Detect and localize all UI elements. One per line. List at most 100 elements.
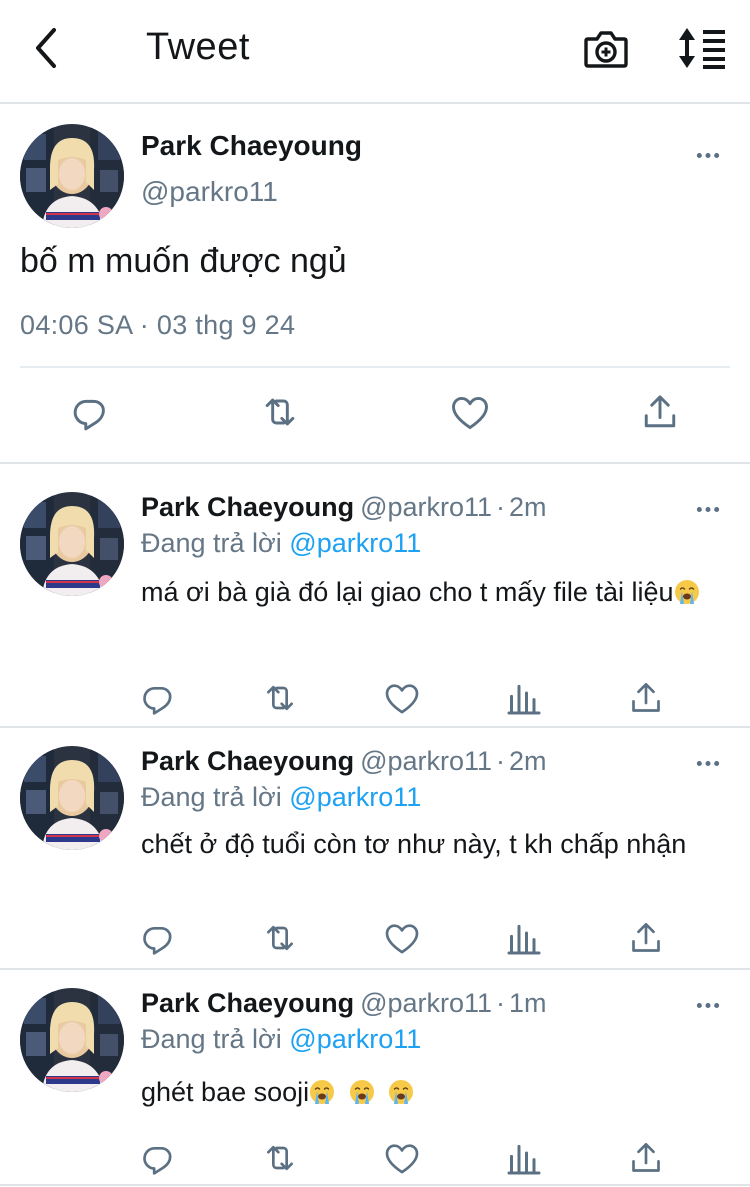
replying-label: Đang trả lời <box>141 528 282 558</box>
share-button[interactable] <box>624 1136 668 1180</box>
like-button[interactable] <box>380 676 424 720</box>
retweet-button[interactable] <box>258 390 302 434</box>
retweet-button[interactable] <box>258 916 302 960</box>
retweet-icon <box>260 918 300 958</box>
avatar-image <box>20 988 124 1092</box>
share-button[interactable] <box>624 676 668 720</box>
share-icon <box>626 918 666 958</box>
tweet-text: bố m muốn được ngủ <box>20 242 347 280</box>
author-handle[interactable]: @parkro11 <box>360 746 492 776</box>
analytics-button[interactable] <box>502 1136 546 1180</box>
main-tweet: Park Chaeyoung @parkro11 bố m muốn được … <box>0 106 750 462</box>
avatar[interactable] <box>20 988 124 1092</box>
replying-to: Đang trả lời @parkro11 <box>141 1024 421 1055</box>
reply-icon <box>68 390 112 434</box>
separator-dot: · <box>496 988 506 1018</box>
reply-text-container: má ơi bà già đó lại giao cho t mấy file … <box>141 570 701 614</box>
reply-header: Park Chaeyoung @parkro11 · 2m <box>141 492 547 523</box>
mention-link[interactable]: @parkro11 <box>289 528 421 558</box>
back-button[interactable] <box>26 24 66 72</box>
more-options-button[interactable] <box>688 494 728 524</box>
author-handle[interactable]: @parkro11 <box>141 176 278 208</box>
avatar-image <box>20 492 124 596</box>
retweet-icon <box>258 390 302 434</box>
like-button[interactable] <box>380 916 424 960</box>
reply-time: 2m <box>509 492 547 522</box>
stats-icon <box>504 918 544 958</box>
reply-text-container: ghét bae sooji <box>141 1074 701 1110</box>
reply-button[interactable] <box>68 390 112 434</box>
retweet-icon <box>260 678 300 718</box>
like-button[interactable] <box>380 1136 424 1180</box>
share-icon <box>626 1138 666 1178</box>
loudly-crying-face-icon <box>349 1079 375 1105</box>
retweet-button[interactable] <box>258 676 302 720</box>
author-name[interactable]: Park Chaeyoung <box>141 746 354 776</box>
top-nav-bar: Tweet <box>0 0 750 104</box>
sort-button[interactable] <box>675 26 729 70</box>
heart-icon <box>382 1138 422 1178</box>
share-icon <box>626 678 666 718</box>
chevron-left-icon <box>36 28 56 68</box>
more-options-button[interactable] <box>688 748 728 778</box>
reply-icon <box>138 678 178 718</box>
avatar-image <box>20 124 124 228</box>
retweet-icon <box>260 1138 300 1178</box>
more-icon <box>695 505 721 514</box>
sort-icon <box>679 28 725 69</box>
more-options-button[interactable] <box>688 140 728 170</box>
tweet-timestamp[interactable]: 04:06 SA · 03 thg 9 24 <box>20 310 295 341</box>
analytics-button[interactable] <box>502 916 546 960</box>
author-handle[interactable]: @parkro11 <box>360 988 492 1018</box>
avatar[interactable] <box>20 492 124 596</box>
reply-text: ghét bae sooji <box>141 1077 310 1107</box>
replying-to: Đang trả lời @parkro11 <box>141 528 421 559</box>
author-handle[interactable]: @parkro11 <box>360 492 492 522</box>
replying-to: Đang trả lời @parkro11 <box>141 782 421 813</box>
share-button[interactable] <box>638 390 682 434</box>
replying-label: Đang trả lời <box>141 782 282 812</box>
more-icon <box>695 759 721 768</box>
avatar[interactable] <box>20 746 124 850</box>
share-button[interactable] <box>624 916 668 960</box>
like-button[interactable] <box>448 390 492 434</box>
loudly-crying-face-icon <box>674 579 700 605</box>
reply-button[interactable] <box>136 1136 180 1180</box>
retweet-button[interactable] <box>258 1136 302 1180</box>
more-icon <box>695 151 721 160</box>
reply-actions <box>0 1136 750 1180</box>
heart-icon <box>382 678 422 718</box>
heart-icon <box>448 390 492 434</box>
avatar[interactable] <box>20 124 124 228</box>
divider <box>0 462 750 464</box>
more-options-button[interactable] <box>688 990 728 1020</box>
reply-tweet[interactable]: Park Chaeyoung @parkro11 · 1m Đang trả lời … <box>0 962 750 1184</box>
reply-actions <box>0 676 750 720</box>
loudly-crying-face-icon <box>309 1079 335 1105</box>
reply-time: 1m <box>509 988 547 1018</box>
reply-tweet[interactable]: Park Chaeyoung @parkro11 · 2m Đang trả lời … <box>0 720 750 966</box>
reply-icon <box>138 1138 178 1178</box>
author-name[interactable]: Park Chaeyoung <box>141 130 362 162</box>
more-icon <box>695 1001 721 1010</box>
author-name[interactable]: Park Chaeyoung <box>141 988 354 1018</box>
mention-link[interactable]: @parkro11 <box>289 782 421 812</box>
separator-dot: · <box>496 746 506 776</box>
reply-text: má ơi bà già đó lại giao cho t mấy file … <box>141 577 674 607</box>
reply-time: 2m <box>509 746 547 776</box>
reply-button[interactable] <box>136 676 180 720</box>
heart-icon <box>382 918 422 958</box>
analytics-button[interactable] <box>502 676 546 720</box>
replying-label: Đang trả lời <box>141 1024 282 1054</box>
author-name[interactable]: Park Chaeyoung <box>141 492 354 522</box>
mention-link[interactable]: @parkro11 <box>289 1024 421 1054</box>
tweet-actions <box>0 390 750 440</box>
reply-header: Park Chaeyoung @parkro11 · 1m <box>141 988 547 1019</box>
reply-button[interactable] <box>136 916 180 960</box>
camera-button[interactable] <box>582 26 630 72</box>
reply-text: chết ở độ tuổi còn tơ như này, t kh chấp… <box>141 829 687 859</box>
avatar-image <box>20 746 124 850</box>
separator-dot: · <box>496 492 506 522</box>
reply-tweet[interactable]: Park Chaeyoung @parkro11 · 2m Đang trả lời … <box>0 466 750 726</box>
divider <box>0 1184 750 1186</box>
